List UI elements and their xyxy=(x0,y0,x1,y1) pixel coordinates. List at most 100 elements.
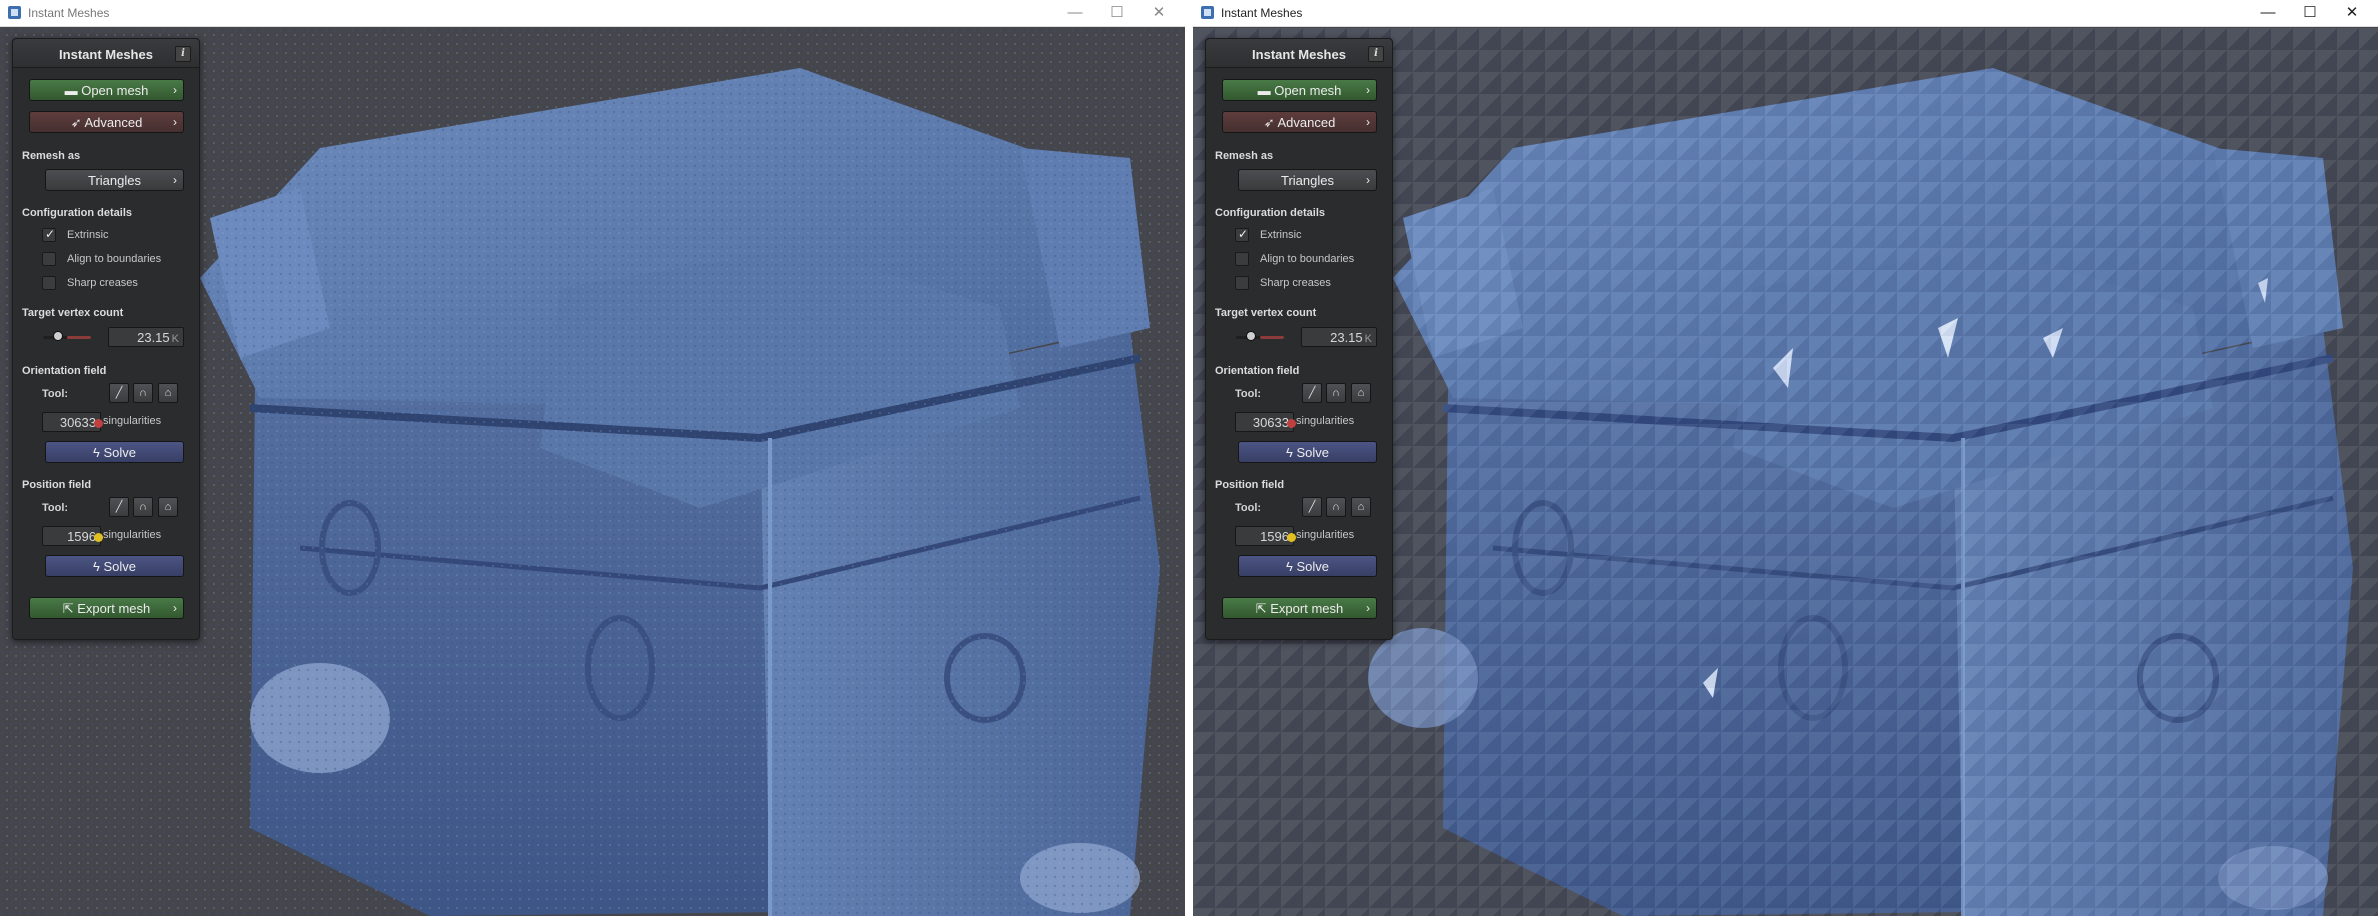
attractor-tool-icon[interactable]: ∩ xyxy=(1326,383,1346,403)
export-mesh-label: Export mesh xyxy=(77,601,151,616)
align-boundaries-label: Align to boundaries xyxy=(1260,253,1355,265)
slider-knob[interactable] xyxy=(1246,331,1256,341)
maximize-button[interactable]: ☐ xyxy=(2290,0,2330,27)
line-tool-icon[interactable]: ╱ xyxy=(1302,497,1322,517)
slider-knob[interactable] xyxy=(53,331,63,341)
vertex-count-unit: K xyxy=(171,333,179,345)
export-icon: ⇱ xyxy=(62,601,78,616)
remesh-type-dropdown[interactable]: Triangles › xyxy=(1238,169,1377,191)
position-singularity-count[interactable]: 1596 xyxy=(1235,526,1294,546)
remesh-type-dropdown[interactable]: Triangles › xyxy=(45,169,184,191)
open-mesh-button[interactable]: ▬ Open mesh › xyxy=(29,79,184,101)
chevron-right-icon: › xyxy=(173,601,177,615)
singularities-label: singularities xyxy=(103,529,162,541)
maximize-button[interactable]: ☐ xyxy=(1097,0,1137,27)
chevron-right-icon: › xyxy=(173,83,177,97)
position-tool-label: Tool: xyxy=(1235,502,1262,514)
panel-header[interactable]: Instant Meshes i xyxy=(1206,39,1392,68)
attractor-tool-icon[interactable]: ∩ xyxy=(133,497,153,517)
orientation-field-label: Orientation field xyxy=(22,365,107,377)
window-title: Instant Meshes xyxy=(28,6,110,20)
position-singularity-icon xyxy=(94,533,103,542)
sharp-creases-checkbox[interactable] xyxy=(42,276,56,290)
lightning-icon: ϟ xyxy=(1285,559,1297,574)
control-panel: Instant Meshes i ▬ Open mesh › ➶ Advanced… xyxy=(12,38,200,640)
attractor-tool-icon[interactable]: ∩ xyxy=(1326,497,1346,517)
export-mesh-button[interactable]: ⇱ Export mesh › xyxy=(29,597,184,619)
advanced-button[interactable]: ➶ Advanced › xyxy=(1222,111,1377,133)
orientation-tool-label: Tool: xyxy=(1235,388,1262,400)
export-mesh-button[interactable]: ⇱ Export mesh › xyxy=(1222,597,1377,619)
info-icon[interactable]: i xyxy=(1368,46,1384,62)
minimize-button[interactable]: — xyxy=(1055,0,1095,27)
chevron-right-icon: › xyxy=(1366,115,1370,129)
close-button[interactable]: ✕ xyxy=(2332,0,2372,27)
configuration-label: Configuration details xyxy=(22,207,132,219)
solve-label: Solve xyxy=(1296,559,1330,574)
extrinsic-label: Extrinsic xyxy=(1260,229,1302,241)
attractor-tool-icon[interactable]: ∩ xyxy=(133,383,153,403)
folder-icon: ▬ xyxy=(1257,83,1275,98)
position-singularity-icon xyxy=(1287,533,1296,542)
open-mesh-button[interactable]: ▬ Open mesh › xyxy=(1222,79,1377,101)
line-tool-icon[interactable]: ╱ xyxy=(109,497,129,517)
orientation-solve-button[interactable]: ϟ Solve xyxy=(45,441,184,463)
advanced-label: Advanced xyxy=(1277,115,1336,130)
orientation-singularity-icon xyxy=(94,419,103,428)
open-mesh-label: Open mesh xyxy=(81,83,149,98)
lightning-icon: ϟ xyxy=(1285,445,1297,460)
position-field-label: Position field xyxy=(22,479,92,491)
vertex-count-value: 23.15 xyxy=(137,330,170,345)
sharp-creases-label: Sharp creases xyxy=(1260,277,1331,289)
singularities-label: singularities xyxy=(1296,529,1355,541)
advanced-button[interactable]: ➶ Advanced › xyxy=(29,111,184,133)
align-boundaries-checkbox[interactable] xyxy=(42,252,56,266)
orientation-solve-button[interactable]: ϟ Solve xyxy=(1238,441,1377,463)
orientation-tool-label: Tool: xyxy=(42,388,69,400)
export-icon: ⇱ xyxy=(1255,601,1271,616)
rocket-icon: ➶ xyxy=(1263,115,1278,130)
comb-tool-icon[interactable]: ╱ xyxy=(109,383,129,403)
target-vertex-count-label: Target vertex count xyxy=(1215,307,1317,319)
position-solve-button[interactable]: ϟ Solve xyxy=(45,555,184,577)
title-bar[interactable]: Instant Meshes — ☐ ✕ xyxy=(0,0,1185,27)
position-solve-button[interactable]: ϟ Solve xyxy=(1238,555,1377,577)
chevron-right-icon: › xyxy=(173,115,177,129)
vertex-count-value: 23.15 xyxy=(1330,330,1363,345)
vertex-count-field[interactable]: 23.15 K xyxy=(1301,327,1377,347)
vertex-count-field[interactable]: 23.15 K xyxy=(108,327,184,347)
chevron-right-icon: › xyxy=(1366,173,1370,187)
orientation-singularity-count[interactable]: 30633 xyxy=(42,412,101,432)
edge-brush-icon[interactable]: ⌂ xyxy=(1351,497,1371,517)
export-mesh-label: Export mesh xyxy=(1270,601,1344,616)
position-field-label: Position field xyxy=(1215,479,1285,491)
window-divider xyxy=(1185,0,1193,916)
align-boundaries-label: Align to boundaries xyxy=(67,253,162,265)
orientation-singularity-count[interactable]: 30633 xyxy=(1235,412,1294,432)
app-icon xyxy=(1201,6,1214,19)
rocket-icon: ➶ xyxy=(70,115,85,130)
extrinsic-checkbox[interactable]: ✓ xyxy=(1235,227,1249,242)
info-icon[interactable]: i xyxy=(175,46,191,62)
chevron-right-icon: › xyxy=(1366,601,1370,615)
minimize-button[interactable]: — xyxy=(2248,0,2288,27)
slider-fill xyxy=(1260,336,1284,339)
lightning-icon: ϟ xyxy=(92,445,104,460)
chevron-right-icon: › xyxy=(173,173,177,187)
edge-brush-icon[interactable]: ⌂ xyxy=(1351,383,1371,403)
checkmark-icon: ✓ xyxy=(1238,227,1249,241)
sharp-creases-checkbox[interactable] xyxy=(1235,276,1249,290)
comb-tool-icon[interactable]: ╱ xyxy=(1302,383,1322,403)
sharp-creases-label: Sharp creases xyxy=(67,277,138,289)
align-boundaries-checkbox[interactable] xyxy=(1235,252,1249,266)
target-vertex-count-label: Target vertex count xyxy=(22,307,124,319)
position-singularity-count[interactable]: 1596 xyxy=(42,526,101,546)
close-button[interactable]: ✕ xyxy=(1139,0,1179,27)
panel-header[interactable]: Instant Meshes i xyxy=(13,39,199,68)
extrinsic-checkbox[interactable]: ✓ xyxy=(42,227,56,242)
edge-brush-icon[interactable]: ⌂ xyxy=(158,497,178,517)
edge-brush-icon[interactable]: ⌂ xyxy=(158,383,178,403)
app-window-right: Instant Meshes — ☐ ✕ Instant Meshes i ▬ … xyxy=(1193,0,2378,916)
app-window-left: Instant Meshes — ☐ ✕ Instant Meshes i ▬ … xyxy=(0,0,1185,916)
title-bar[interactable]: Instant Meshes — ☐ ✕ xyxy=(1193,0,2378,27)
